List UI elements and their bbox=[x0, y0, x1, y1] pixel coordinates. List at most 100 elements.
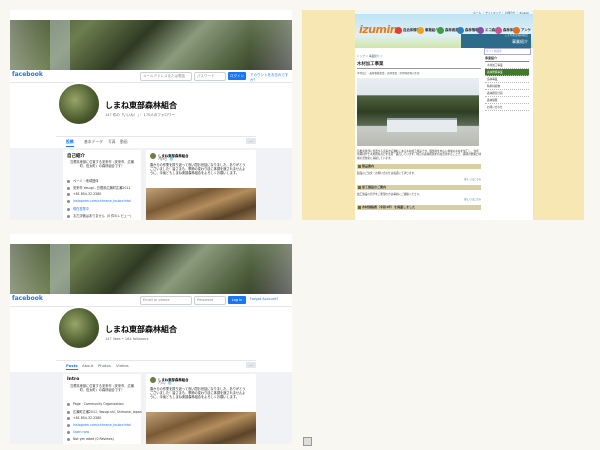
broken-image-icon bbox=[303, 437, 312, 446]
nav-dot-icon bbox=[457, 27, 464, 34]
avatar[interactable] bbox=[57, 82, 101, 126]
phone-icon bbox=[67, 192, 70, 196]
section-banner: しまね東部森林組合 事業紹介 bbox=[461, 34, 531, 48]
section-subtitle: しまね東部森林組合 bbox=[504, 34, 528, 37]
location-icon bbox=[67, 410, 70, 414]
block-more-link-1[interactable]: 詳しくはこちら bbox=[357, 197, 481, 201]
intro-title: Intro bbox=[67, 377, 80, 382]
tab-about[interactable]: About bbox=[82, 363, 93, 368]
password-field[interactable]: パスワード bbox=[194, 72, 226, 81]
info-rating: まだ評価はありません（0 件のレビュー） bbox=[67, 213, 133, 218]
site-header: izumin 自治体情報 事業紹介 森林資源 森林情報 エコ森林 森林体験 アン… bbox=[355, 14, 533, 48]
block-text-0: 製品のご注文・お問い合わせは電話にて承ります。 bbox=[357, 172, 417, 176]
page-tabs: 投稿 基本データ 写真 動画 bbox=[56, 136, 256, 147]
facebook-logo[interactable]: facebook bbox=[12, 295, 43, 302]
facility-photo bbox=[357, 78, 479, 146]
page-title: しまね東部森林組合 bbox=[105, 101, 177, 110]
info-phone: +81 854-32-2580 bbox=[67, 192, 101, 196]
intro-title: 自己紹介 bbox=[67, 154, 85, 159]
page-stats: 147 件の「いいね！」・ 170人のフォロワー bbox=[105, 113, 175, 117]
content-subheading: 木材加工・森林整備事業・造林事業・特用林産物の生産 bbox=[357, 72, 420, 75]
block-text-1: 加工施設の見学をご希望の方は事前にご連絡ください。 bbox=[357, 192, 422, 196]
post-text: 春からの作業を振り返って長い間お世話になりました。ありがとうございました！皆さま… bbox=[150, 387, 246, 399]
cover-photo bbox=[10, 20, 292, 70]
login-button[interactable]: Log In bbox=[228, 296, 246, 304]
tab-posts[interactable]: Posts bbox=[66, 363, 78, 370]
block-title-1: 加工施設のご案内 bbox=[357, 184, 481, 190]
sidebar-item[interactable]: 特用林産物 bbox=[485, 83, 529, 90]
nav-dot-icon bbox=[477, 27, 484, 34]
page-title: しまね東部森林組合 bbox=[105, 325, 177, 334]
tab-videos[interactable]: 動画 bbox=[120, 139, 128, 145]
page-tabs: Posts About Photos Videos bbox=[56, 360, 256, 371]
tab-photos[interactable]: 写真 bbox=[108, 139, 116, 145]
nav-dot-icon bbox=[395, 27, 402, 34]
cover-photo bbox=[10, 244, 292, 294]
instagram-icon bbox=[67, 199, 70, 203]
forgot-account-link[interactable]: Forgot Account? bbox=[250, 297, 278, 301]
sidebar-item[interactable]: 木材加工事業 bbox=[485, 62, 529, 69]
info-address: 安来市 Yasugi - 島根県広瀬町広瀬2011 bbox=[67, 185, 130, 190]
sidebar-item[interactable]: 森林保険 bbox=[485, 97, 529, 104]
block-more-link-0[interactable]: 詳しくはこちら bbox=[357, 177, 481, 181]
breadcrumb[interactable]: トップ ＞ 事業紹介 ＞ bbox=[357, 54, 481, 58]
clock-icon bbox=[67, 207, 70, 211]
sidebar-item[interactable]: お問い合わせ bbox=[485, 104, 529, 111]
info-address: 広瀬町広瀬2011, Yasugi-shi, Shimane, Japan bbox=[67, 409, 142, 414]
tab-videos[interactable]: Videos bbox=[116, 363, 129, 368]
search-input[interactable]: サイト内検索 bbox=[484, 48, 531, 55]
intro-text: 島根県東部に位置する安来市（安来市、広瀬町、伯太町）の森林組合です！ bbox=[70, 160, 134, 168]
post-card: しまね東部森林組合 7月8日 · 🌐 春からの作業を振り返って長い間お世話になり… bbox=[146, 150, 256, 220]
info-icon bbox=[67, 402, 70, 406]
post-time[interactable]: 7 July · 🌐 bbox=[158, 381, 172, 385]
content-heading: 木材加工事業 bbox=[357, 61, 481, 69]
intro-text: 島根県東部に位置する安来市（安来市、広瀬町、伯太町）の森林組合です！ bbox=[70, 384, 134, 392]
info-instagram-link[interactable]: instagram.com/shimane_touburintai bbox=[67, 423, 131, 427]
section-title: 事業紹介 bbox=[512, 39, 528, 44]
star-icon bbox=[67, 214, 70, 218]
info-instagram-link[interactable]: instagram.com/shimane_touburintai bbox=[67, 199, 131, 203]
avatar[interactable] bbox=[57, 306, 101, 350]
nav-dot-icon bbox=[437, 27, 444, 34]
intro-card: Intro 島根県東部に位置する安来市（安来市、広瀬町、伯太町）の森林組合です！… bbox=[63, 374, 142, 444]
email-field[interactable]: Email or phone bbox=[140, 296, 192, 305]
tab-photos[interactable]: Photos bbox=[98, 363, 111, 368]
post-image[interactable] bbox=[146, 412, 256, 444]
email-field[interactable]: メールアドレスまたは電話 bbox=[140, 72, 192, 81]
tab-about[interactable]: 基本データ bbox=[84, 139, 103, 145]
post-image[interactable] bbox=[146, 188, 256, 220]
intro-card: 自己紹介 島根県東部に位置する安来市（安来市、広瀬町、伯太町）の森林組合です！ … bbox=[63, 150, 141, 220]
post-text: 春からの作業を振り返って長い間お世話になりました。ありがとうございました！皆さま… bbox=[150, 163, 246, 175]
sidebar-item[interactable]: 森林経営計画 bbox=[485, 90, 529, 97]
more-button[interactable]: … bbox=[246, 138, 256, 144]
izumin-screenshot: ホーム ｜ サイトマップ ｜ お問合せ ｜ English izumin 自治体… bbox=[302, 10, 584, 220]
page-stats: 147 likes • 164 followers bbox=[105, 337, 149, 341]
post-avatar[interactable] bbox=[150, 153, 156, 159]
post-time[interactable]: 7月8日 · 🌐 bbox=[158, 157, 173, 161]
nav-item-1[interactable]: 事業紹介 bbox=[417, 26, 439, 35]
nav-dot-icon bbox=[513, 27, 520, 34]
facebook-logo[interactable]: facebook bbox=[12, 71, 43, 78]
nav-item-2[interactable]: 森林資源 bbox=[437, 26, 459, 35]
forgot-account-link[interactable]: アカウントをお忘れですか？ bbox=[250, 73, 292, 83]
nav-dot-icon bbox=[495, 27, 502, 34]
nav-dot-icon bbox=[417, 27, 424, 34]
more-button[interactable]: … bbox=[246, 362, 256, 368]
password-field[interactable]: Password bbox=[194, 296, 226, 305]
info-hours[interactable]: Open now bbox=[67, 430, 89, 434]
sidebar-item-active[interactable]: 森林整備事業 bbox=[485, 69, 529, 76]
info-hours[interactable]: 現在営業中 bbox=[67, 206, 89, 211]
sidebar-item[interactable]: 造林事業 bbox=[485, 76, 529, 83]
phone-icon bbox=[67, 416, 70, 420]
block-title-2: 木材価格表（令和4年）を掲載しました bbox=[357, 205, 481, 211]
tab-posts[interactable]: 投稿 bbox=[66, 139, 74, 147]
location-icon bbox=[67, 186, 70, 190]
site-logo[interactable]: izumin bbox=[359, 23, 398, 36]
login-button[interactable]: ログイン bbox=[228, 72, 246, 80]
clock-icon bbox=[67, 430, 70, 434]
block-title-0: 製品案内 bbox=[357, 164, 481, 170]
info-phone: +81 854-32-2580 bbox=[67, 416, 101, 420]
sidebar: 事業紹介 木材加工事業 森林整備事業 造林事業 特用林産物 森林経営計画 森林保… bbox=[485, 56, 529, 111]
instagram-icon bbox=[67, 423, 70, 427]
post-avatar[interactable] bbox=[150, 377, 156, 383]
